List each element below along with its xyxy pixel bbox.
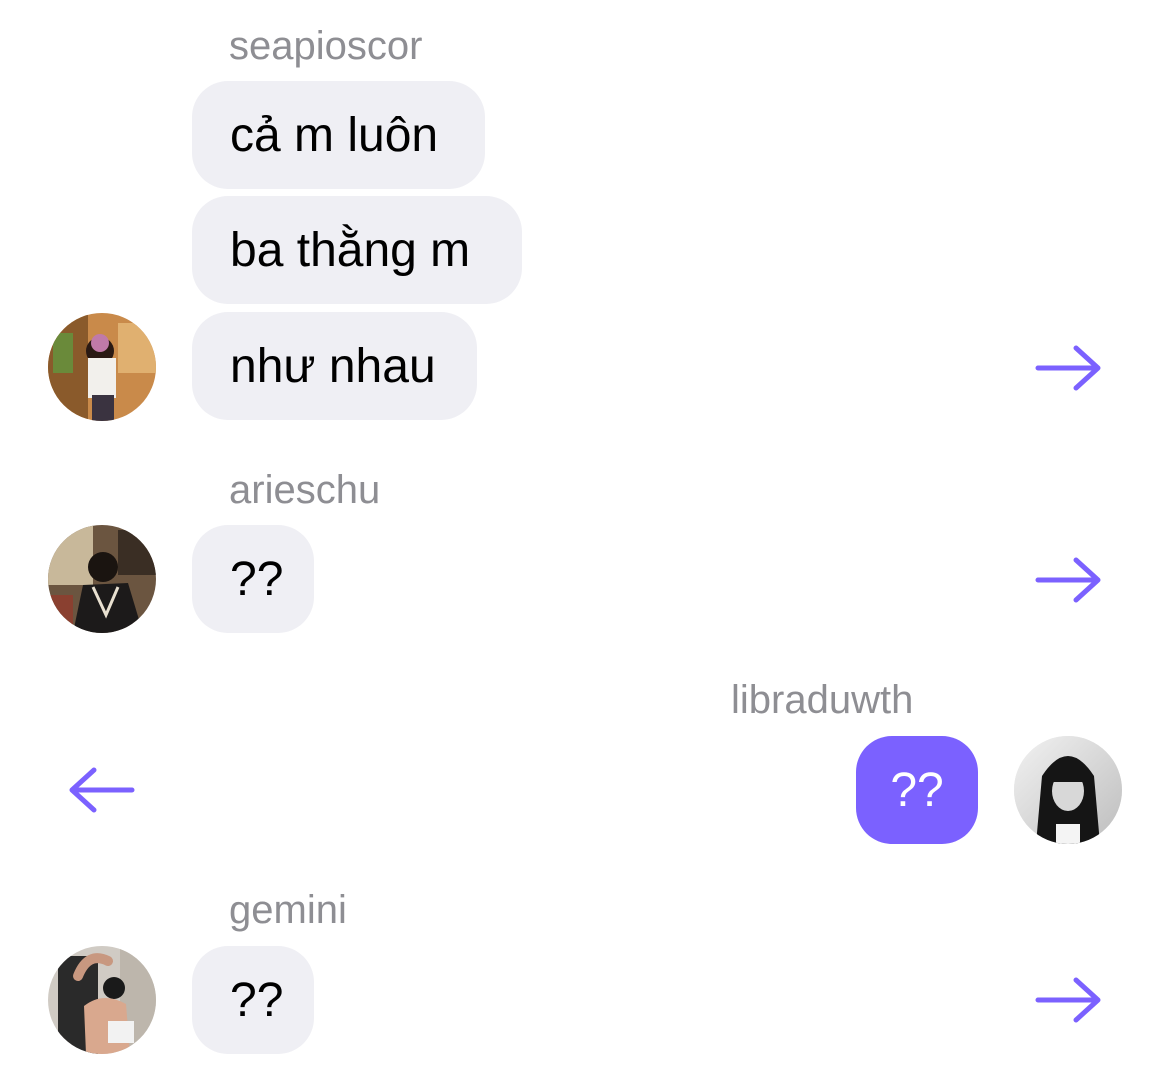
avatar-photo-icon (48, 313, 156, 421)
message-bubble[interactable]: ?? (192, 946, 314, 1054)
message-bubble[interactable]: như nhau (192, 312, 477, 420)
message-bubble-outgoing[interactable]: ?? (856, 736, 978, 844)
avatar[interactable] (48, 313, 156, 421)
avatar-photo-icon (48, 525, 156, 633)
message-bubble[interactable]: cả m luôn (192, 81, 485, 189)
avatar[interactable] (1014, 736, 1122, 844)
avatar-photo-icon (48, 946, 156, 1054)
forward-arrow-icon[interactable] (1034, 555, 1104, 605)
sender-name: seapioscor (229, 24, 423, 68)
message-bubble[interactable]: ?? (192, 525, 314, 633)
sender-name: libraduwth (731, 678, 914, 722)
sender-name: gemini (229, 888, 347, 932)
sender-name: arieschu (229, 468, 381, 512)
forward-arrow-icon[interactable] (1034, 343, 1104, 393)
back-arrow-icon[interactable] (66, 765, 136, 815)
forward-arrow-icon[interactable] (1034, 975, 1104, 1025)
avatar-photo-icon (1014, 736, 1122, 844)
avatar[interactable] (48, 946, 156, 1054)
avatar[interactable] (48, 525, 156, 633)
message-bubble[interactable]: ba thằng m (192, 196, 522, 304)
